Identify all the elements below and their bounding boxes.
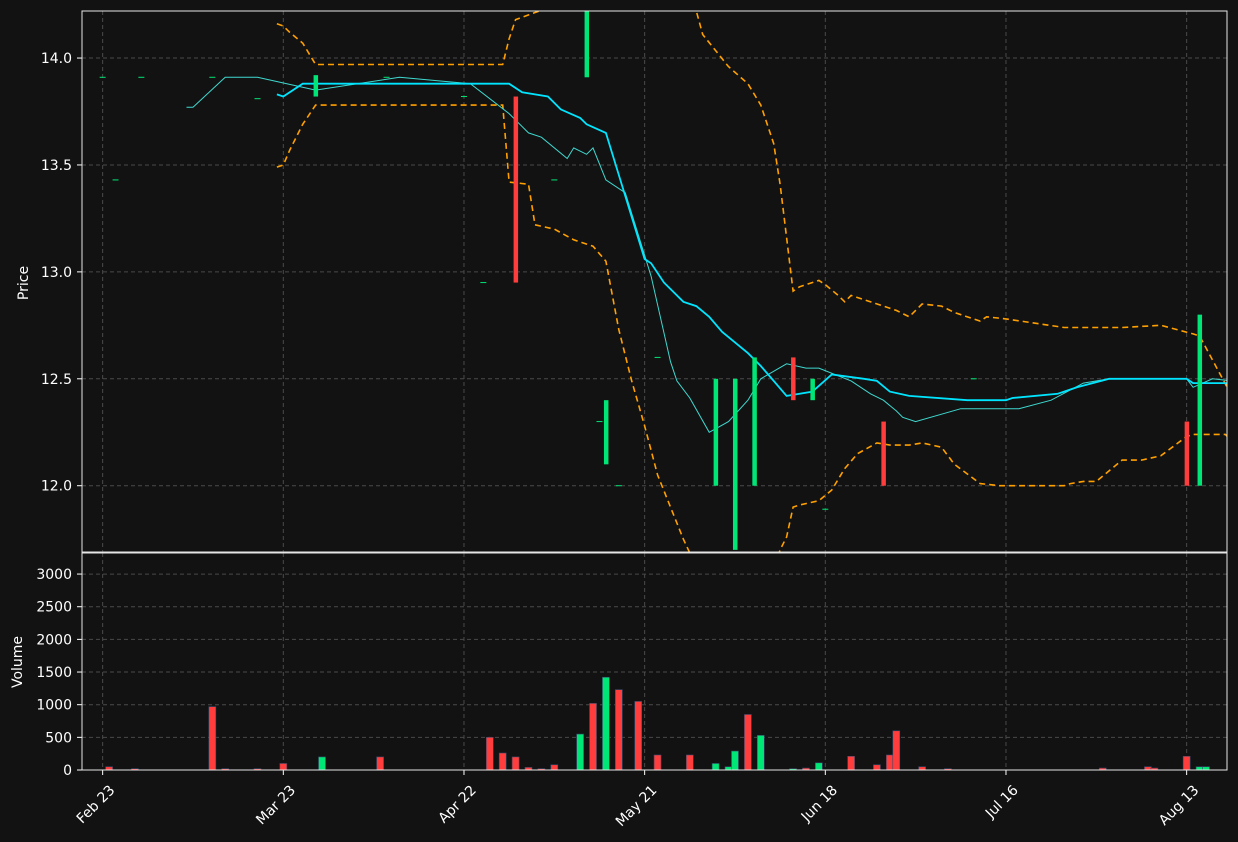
volume-bar: [873, 764, 881, 770]
volume-tick-label: 0: [63, 763, 72, 779]
volume-tick-label: 3000: [36, 567, 72, 583]
volume-bar: [653, 754, 662, 770]
volume-bar: [485, 737, 494, 770]
volume-tick-label: 1000: [36, 698, 72, 714]
candle: [791, 357, 796, 401]
volume-bar: [208, 706, 217, 770]
volume-bar: [847, 755, 855, 770]
volume-bar: [634, 701, 642, 770]
volume-bar: [892, 730, 901, 770]
volume-bar: [550, 764, 559, 770]
volume-bar: [731, 750, 739, 770]
volume-bar: [744, 714, 752, 770]
volume-bar: [589, 703, 597, 770]
volume-tick-label: 2500: [36, 600, 72, 616]
volume-tick-label: 1500: [36, 665, 72, 681]
volume-bar: [498, 752, 507, 770]
candle: [584, 11, 590, 78]
volume-tick-label: 500: [45, 730, 72, 746]
volume-bar: [279, 763, 288, 770]
price-tick-label: 14.0: [41, 51, 72, 67]
candle: [810, 378, 815, 401]
volume-bar: [511, 756, 520, 770]
volume-bar: [576, 733, 584, 770]
volume-axis-label: Volume: [10, 636, 26, 688]
candle: [1184, 421, 1190, 486]
candle: [752, 357, 757, 486]
volume-bar: [602, 676, 610, 770]
candle: [881, 421, 886, 486]
volume-bar: [686, 754, 694, 770]
volume-bar: [711, 763, 720, 770]
volume-bar: [615, 689, 623, 770]
volume-tick-label: 2000: [36, 632, 72, 648]
volume-bar: [815, 762, 823, 770]
volume-bar: [756, 735, 765, 770]
volume-bar: [886, 754, 894, 770]
price-tick-label: 12.0: [41, 479, 72, 495]
price-tick-label: 12.5: [41, 372, 72, 388]
price-tick-label: 13.0: [41, 265, 72, 281]
price-axis-label: Price: [16, 266, 32, 300]
price-tick-label: 13.5: [41, 158, 72, 174]
candle: [603, 400, 609, 465]
candle: [313, 75, 319, 97]
candle: [513, 96, 519, 283]
candlestick-chart: 12.0 12.5 13.0 13.5 14.0 Price 0 500 1000 1500 2…: [0, 0, 1238, 842]
candle: [713, 378, 719, 486]
candle: [732, 378, 738, 550]
volume-bar: [376, 756, 384, 770]
volume-bar: [318, 756, 326, 770]
candle: [1197, 314, 1203, 486]
volume-bar: [1182, 755, 1191, 770]
